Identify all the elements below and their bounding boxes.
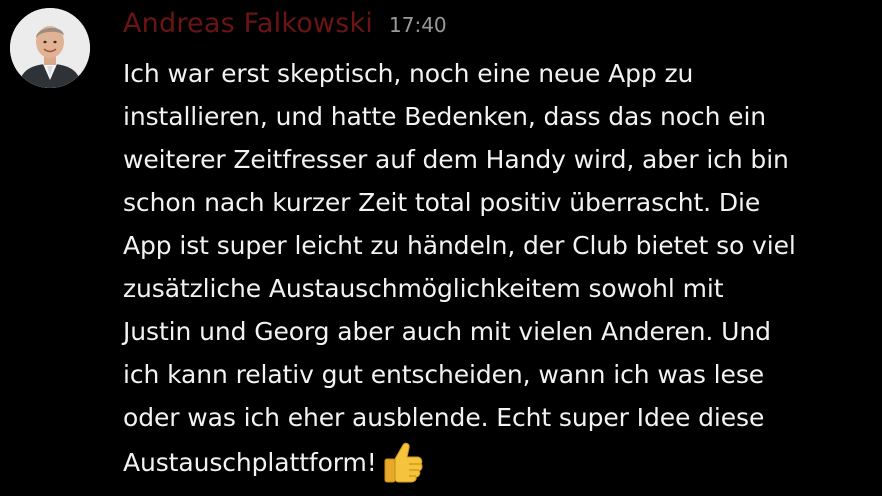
message-line: Ich war erst skeptisch, noch eine neue A… xyxy=(123,59,694,88)
message-line: schon nach kurzer Zeit total positiv übe… xyxy=(123,188,761,217)
author-name[interactable]: Andreas Falkowski xyxy=(123,8,373,39)
message-line: zusätzliche Austauschmöglichkeitem sowoh… xyxy=(123,274,724,303)
message-line: installieren, und hatte Bedenken, dass d… xyxy=(123,102,767,131)
thumbs-up-icon xyxy=(381,439,425,496)
message-body: Ich war erst skeptisch, noch eine neue A… xyxy=(123,52,875,496)
profile-photo xyxy=(10,8,90,88)
message-line: ich kann relativ gut entscheiden, wann i… xyxy=(123,360,765,389)
message-header: Andreas Falkowski 17:40 xyxy=(123,8,447,48)
message-line: oder was ich eher ausblende. Echt super … xyxy=(123,403,765,432)
avatar[interactable] xyxy=(10,8,90,88)
message-timestamp: 17:40 xyxy=(389,13,447,37)
message-last-line: Austauschplattform! xyxy=(123,439,875,496)
message-line: Justin und Georg aber auch mit vielen An… xyxy=(123,317,771,346)
message-line: App ist super leicht zu händeln, der Clu… xyxy=(123,231,796,260)
message-line: weiterer Zeitfresser auf dem Handy wird,… xyxy=(123,145,789,174)
message-line: Austauschplattform! xyxy=(123,448,377,477)
